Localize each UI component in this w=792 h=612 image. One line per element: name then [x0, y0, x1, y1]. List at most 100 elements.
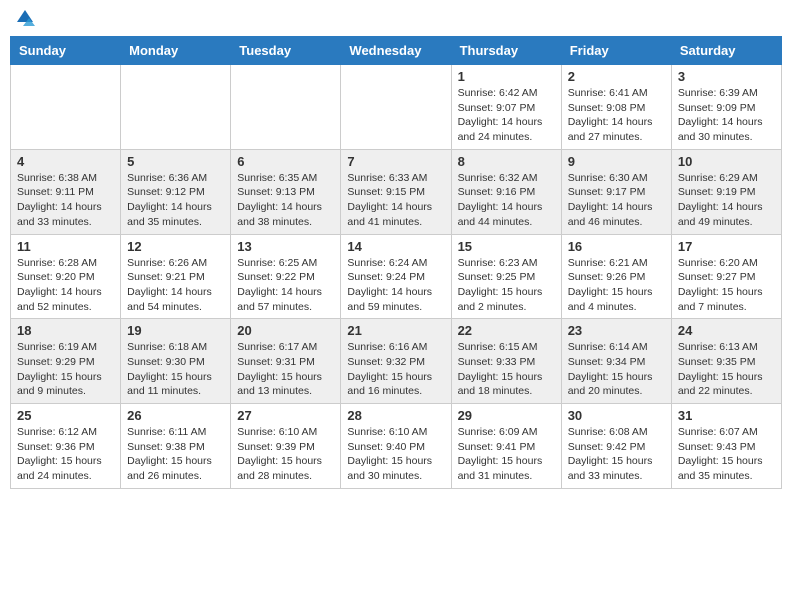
- day-cell: [11, 65, 121, 150]
- day-number: 6: [237, 154, 334, 169]
- day-cell: 28Sunrise: 6:10 AM Sunset: 9:40 PM Dayli…: [341, 404, 451, 489]
- day-number: 17: [678, 239, 775, 254]
- logo-icon: [15, 8, 35, 28]
- day-cell: 22 Sunrise: 6:15 AM Sunset: 9:33 PM Dayli…: [451, 319, 561, 404]
- day-info: Sunrise: 6:16 AM Sunset: 9:32 PM Dayligh…: [347, 340, 444, 399]
- day-info: Sunrise: 6:23 AM Sunset: 9:25 PM Dayligh…: [458, 256, 555, 315]
- weekday-header-friday: Friday: [561, 37, 671, 65]
- day-number: 7: [347, 154, 444, 169]
- day-info: Sunrise: 6:15 AM Sunset: 9:33 PM Dayligh…: [458, 340, 555, 399]
- weekday-header-saturday: Saturday: [671, 37, 781, 65]
- day-number: 20: [237, 323, 334, 338]
- day-number: 14: [347, 239, 444, 254]
- day-number: 23: [568, 323, 665, 338]
- day-info: Sunrise: 6:09 AM Sunset: 9:41 PM Dayligh…: [458, 425, 555, 484]
- day-number: 5: [127, 154, 224, 169]
- day-cell: 31Sunrise: 6:07 AM Sunset: 9:43 PM Dayli…: [671, 404, 781, 489]
- week-row-4: 18 Sunrise: 6:19 AM Sunset: 9:29 PM Dayli…: [11, 319, 782, 404]
- day-info: Sunrise: 6:08 AM Sunset: 9:42 PM Dayligh…: [568, 425, 665, 484]
- day-info: Sunrise: 6:24 AM Sunset: 9:24 PM Dayligh…: [347, 256, 444, 315]
- day-info: Sunrise: 6:39 AM Sunset: 9:09 PM Dayligh…: [678, 86, 775, 145]
- day-number: 1: [458, 69, 555, 84]
- day-info: Sunrise: 6:11 AM Sunset: 9:38 PM Dayligh…: [127, 425, 224, 484]
- day-info: Sunrise: 6:33 AM Sunset: 9:15 PM Dayligh…: [347, 171, 444, 230]
- weekday-header-row: SundayMondayTuesdayWednesdayThursdayFrid…: [11, 37, 782, 65]
- day-cell: 11 Sunrise: 6:28 AM Sunset: 9:20 PM Dayli…: [11, 234, 121, 319]
- week-row-3: 11 Sunrise: 6:28 AM Sunset: 9:20 PM Dayli…: [11, 234, 782, 319]
- day-number: 8: [458, 154, 555, 169]
- day-info: Sunrise: 6:13 AM Sunset: 9:35 PM Dayligh…: [678, 340, 775, 399]
- day-info: Sunrise: 6:10 AM Sunset: 9:40 PM Dayligh…: [347, 425, 444, 484]
- day-cell: 30 Sunrise: 6:08 AM Sunset: 9:42 PM Dayli…: [561, 404, 671, 489]
- day-cell: [231, 65, 341, 150]
- day-number: 30: [568, 408, 665, 423]
- day-number: 3: [678, 69, 775, 84]
- day-number: 26: [127, 408, 224, 423]
- day-info: Sunrise: 6:26 AM Sunset: 9:21 PM Dayligh…: [127, 256, 224, 315]
- day-info: Sunrise: 6:32 AM Sunset: 9:16 PM Dayligh…: [458, 171, 555, 230]
- day-info: Sunrise: 6:35 AM Sunset: 9:13 PM Dayligh…: [237, 171, 334, 230]
- day-info: Sunrise: 6:14 AM Sunset: 9:34 PM Dayligh…: [568, 340, 665, 399]
- day-cell: 18 Sunrise: 6:19 AM Sunset: 9:29 PM Dayli…: [11, 319, 121, 404]
- day-info: Sunrise: 6:41 AM Sunset: 9:08 PM Dayligh…: [568, 86, 665, 145]
- day-info: Sunrise: 6:20 AM Sunset: 9:27 PM Dayligh…: [678, 256, 775, 315]
- day-info: Sunrise: 6:30 AM Sunset: 9:17 PM Dayligh…: [568, 171, 665, 230]
- day-number: 21: [347, 323, 444, 338]
- day-cell: 15 Sunrise: 6:23 AM Sunset: 9:25 PM Dayli…: [451, 234, 561, 319]
- week-row-1: 1 Sunrise: 6:42 AM Sunset: 9:07 PM Daylig…: [11, 65, 782, 150]
- weekday-header-thursday: Thursday: [451, 37, 561, 65]
- day-cell: 21 Sunrise: 6:16 AM Sunset: 9:32 PM Dayli…: [341, 319, 451, 404]
- day-cell: 7 Sunrise: 6:33 AM Sunset: 9:15 PM Daylig…: [341, 149, 451, 234]
- day-cell: 20 Sunrise: 6:17 AM Sunset: 9:31 PM Dayli…: [231, 319, 341, 404]
- day-number: 19: [127, 323, 224, 338]
- day-cell: 17 Sunrise: 6:20 AM Sunset: 9:27 PM Dayli…: [671, 234, 781, 319]
- day-cell: 3 Sunrise: 6:39 AM Sunset: 9:09 PM Daylig…: [671, 65, 781, 150]
- week-row-2: 4 Sunrise: 6:38 AM Sunset: 9:11 PM Daylig…: [11, 149, 782, 234]
- day-number: 10: [678, 154, 775, 169]
- logo: [14, 10, 35, 28]
- day-number: 22: [458, 323, 555, 338]
- weekday-header-sunday: Sunday: [11, 37, 121, 65]
- day-number: 27: [237, 408, 334, 423]
- day-cell: 6 Sunrise: 6:35 AM Sunset: 9:13 PM Daylig…: [231, 149, 341, 234]
- day-info: Sunrise: 6:29 AM Sunset: 9:19 PM Dayligh…: [678, 171, 775, 230]
- day-cell: 16Sunrise: 6:21 AM Sunset: 9:26 PM Dayli…: [561, 234, 671, 319]
- day-number: 18: [17, 323, 114, 338]
- day-cell: 5 Sunrise: 6:36 AM Sunset: 9:12 PM Daylig…: [121, 149, 231, 234]
- day-number: 2: [568, 69, 665, 84]
- day-cell: 4 Sunrise: 6:38 AM Sunset: 9:11 PM Daylig…: [11, 149, 121, 234]
- weekday-header-monday: Monday: [121, 37, 231, 65]
- day-cell: 9 Sunrise: 6:30 AM Sunset: 9:17 PM Daylig…: [561, 149, 671, 234]
- day-cell: 26 Sunrise: 6:11 AM Sunset: 9:38 PM Dayli…: [121, 404, 231, 489]
- day-info: Sunrise: 6:19 AM Sunset: 9:29 PM Dayligh…: [17, 340, 114, 399]
- day-info: Sunrise: 6:36 AM Sunset: 9:12 PM Dayligh…: [127, 171, 224, 230]
- day-cell: [121, 65, 231, 150]
- day-info: Sunrise: 6:38 AM Sunset: 9:11 PM Dayligh…: [17, 171, 114, 230]
- day-number: 11: [17, 239, 114, 254]
- day-info: Sunrise: 6:25 AM Sunset: 9:22 PM Dayligh…: [237, 256, 334, 315]
- day-number: 15: [458, 239, 555, 254]
- day-number: 25: [17, 408, 114, 423]
- weekday-header-wednesday: Wednesday: [341, 37, 451, 65]
- day-number: 29: [458, 408, 555, 423]
- day-cell: 24 Sunrise: 6:13 AM Sunset: 9:35 PM Dayli…: [671, 319, 781, 404]
- day-cell: 10 Sunrise: 6:29 AM Sunset: 9:19 PM Dayli…: [671, 149, 781, 234]
- day-info: Sunrise: 6:18 AM Sunset: 9:30 PM Dayligh…: [127, 340, 224, 399]
- day-number: 24: [678, 323, 775, 338]
- day-info: Sunrise: 6:28 AM Sunset: 9:20 PM Dayligh…: [17, 256, 114, 315]
- day-info: Sunrise: 6:12 AM Sunset: 9:36 PM Dayligh…: [17, 425, 114, 484]
- day-cell: 1 Sunrise: 6:42 AM Sunset: 9:07 PM Daylig…: [451, 65, 561, 150]
- day-cell: 23 Sunrise: 6:14 AM Sunset: 9:34 PM Dayli…: [561, 319, 671, 404]
- day-number: 13: [237, 239, 334, 254]
- day-info: Sunrise: 6:42 AM Sunset: 9:07 PM Dayligh…: [458, 86, 555, 145]
- day-cell: 12Sunrise: 6:26 AM Sunset: 9:21 PM Dayli…: [121, 234, 231, 319]
- day-number: 4: [17, 154, 114, 169]
- day-cell: 14 Sunrise: 6:24 AM Sunset: 9:24 PM Dayli…: [341, 234, 451, 319]
- day-info: Sunrise: 6:21 AM Sunset: 9:26 PM Dayligh…: [568, 256, 665, 315]
- day-cell: 8 Sunrise: 6:32 AM Sunset: 9:16 PM Daylig…: [451, 149, 561, 234]
- day-cell: 25 Sunrise: 6:12 AM Sunset: 9:36 PM Dayli…: [11, 404, 121, 489]
- day-cell: [341, 65, 451, 150]
- calendar: SundayMondayTuesdayWednesdayThursdayFrid…: [10, 36, 782, 489]
- day-info: Sunrise: 6:17 AM Sunset: 9:31 PM Dayligh…: [237, 340, 334, 399]
- day-number: 9: [568, 154, 665, 169]
